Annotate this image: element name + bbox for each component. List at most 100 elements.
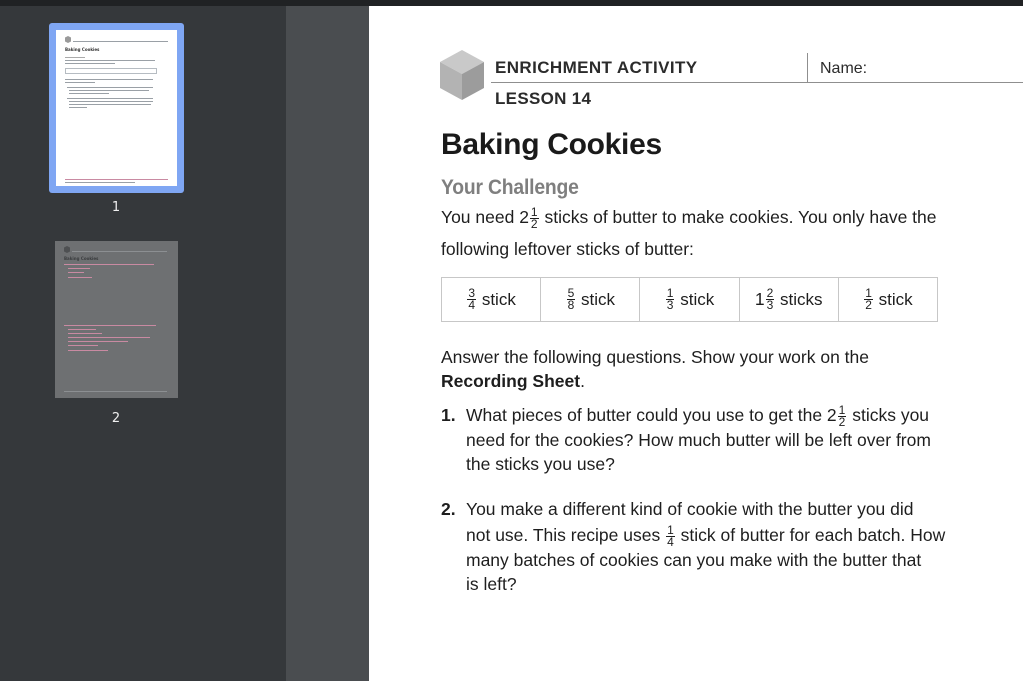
intro-paragraph-line2: following leftover sticks of butter: bbox=[441, 239, 694, 259]
stick-unit: stick bbox=[481, 289, 516, 309]
thumb-line bbox=[68, 333, 102, 334]
thumbnail-cube-icon bbox=[64, 246, 70, 253]
thumb-line bbox=[72, 251, 167, 252]
fraction-denominator: 8 bbox=[567, 298, 575, 312]
thumb-line bbox=[68, 341, 128, 342]
stick-cell: 34 stick bbox=[442, 278, 542, 321]
stick-unit: stick bbox=[878, 289, 913, 309]
thumb-line bbox=[68, 337, 150, 338]
thumb-line bbox=[65, 79, 153, 80]
fraction: 12 bbox=[864, 287, 873, 311]
question-1: 1. What pieces of butter could you use t… bbox=[441, 403, 961, 477]
thumb-line bbox=[73, 41, 168, 42]
stick-cell: 12 stick bbox=[839, 278, 937, 321]
stick-unit: sticks bbox=[780, 289, 823, 309]
lesson-label: LESSON 14 bbox=[495, 89, 592, 108]
question-text-segment: not use. This recipe uses bbox=[466, 525, 666, 545]
thumb-line bbox=[67, 87, 153, 88]
question-text-segment: sticks you bbox=[847, 405, 930, 425]
thumbnail-title: Baking Cookies bbox=[64, 256, 99, 261]
thumb-line bbox=[68, 350, 108, 351]
question-text: What pieces of butter could you use to g… bbox=[466, 403, 961, 476]
thumb-line bbox=[69, 90, 149, 91]
viewer-gutter bbox=[286, 6, 369, 681]
cube-logo-icon bbox=[440, 50, 484, 100]
document-page: ENRICHMENT ACTIVITY Name: LESSON 14 Baki… bbox=[369, 6, 1023, 681]
fraction-denominator: 2 bbox=[530, 216, 538, 231]
thumbnail-title: Baking Cookies bbox=[65, 47, 100, 52]
mixed-whole: 2 bbox=[826, 405, 837, 425]
thumb-line bbox=[69, 101, 153, 102]
page-thumbnail-2[interactable]: Baking Cookies bbox=[55, 241, 178, 398]
page-thumbnail-1[interactable]: Baking Cookies bbox=[49, 23, 184, 193]
fraction-denominator: 4 bbox=[667, 534, 674, 549]
thumbnail-label-2: 2 bbox=[111, 411, 121, 426]
thumb-line bbox=[68, 277, 92, 278]
question-text-segment: What pieces of butter could you use to g… bbox=[466, 405, 827, 425]
thumb-line bbox=[68, 272, 84, 273]
thumb-line bbox=[68, 329, 96, 330]
stick-unit: stick bbox=[581, 289, 616, 309]
header-divider bbox=[807, 53, 808, 83]
name-label: Name: bbox=[820, 60, 868, 77]
thumb-line bbox=[69, 107, 87, 108]
thumbnail-cube-icon bbox=[65, 36, 71, 43]
pdf-viewer: Baking Cookies 1 Baking Cookies 2 ENRICH… bbox=[0, 0, 1023, 681]
fraction: 14 bbox=[666, 524, 675, 549]
recording-sheet-label: Recording Sheet bbox=[441, 371, 581, 391]
thumb-line bbox=[69, 104, 151, 105]
question-line: need for the cookies? How much butter wi… bbox=[466, 429, 931, 450]
fraction: 13 bbox=[665, 287, 675, 312]
thumb-line bbox=[69, 93, 109, 94]
thumb-line bbox=[65, 63, 115, 64]
thumbnail-page-1-preview: Baking Cookies bbox=[56, 30, 177, 186]
question-number: 2. bbox=[441, 499, 456, 519]
fraction-denominator: 3 bbox=[766, 298, 774, 312]
thumb-line bbox=[65, 60, 155, 61]
question-2: 2. You make a different kind of cookie w… bbox=[441, 497, 961, 597]
stick-cell: 13 stick bbox=[640, 278, 740, 321]
question-line: You make a different kind of cookie with… bbox=[466, 499, 914, 519]
thumb-line bbox=[64, 264, 154, 265]
question-line: many batches of cookies can you make wit… bbox=[466, 549, 922, 570]
thumb-line bbox=[64, 325, 156, 326]
intro-text: You need bbox=[441, 207, 520, 227]
page-title: Baking Cookies bbox=[441, 128, 662, 161]
fraction: 23 bbox=[765, 287, 775, 312]
activity-heading: ENRICHMENT ACTIVITY bbox=[495, 58, 698, 77]
question-line: not use. This recipe uses 14 stick of bu… bbox=[466, 523, 961, 548]
fraction-denominator: 3 bbox=[666, 298, 674, 312]
thumb-line bbox=[65, 182, 135, 183]
question-text-segment: stick of butter for each batch. How bbox=[675, 525, 946, 545]
intro-paragraph: You need 212 sticks of butter to make co… bbox=[441, 204, 961, 230]
header-rule bbox=[491, 82, 1023, 83]
stick-cell: 123 sticks bbox=[740, 278, 839, 321]
fraction: 58 bbox=[566, 287, 576, 312]
question-text: You make a different kind of cookie with… bbox=[466, 497, 961, 596]
question-number: 1. bbox=[441, 405, 456, 425]
section-heading: Your Challenge bbox=[441, 176, 579, 199]
thumb-box bbox=[65, 68, 157, 74]
stick-unit: stick bbox=[680, 289, 715, 309]
thumb-line bbox=[65, 82, 95, 83]
thumb-line bbox=[65, 57, 85, 58]
question-line: What pieces of butter could you use to g… bbox=[466, 403, 961, 428]
fraction: 12 bbox=[529, 206, 539, 231]
fraction-denominator: 4 bbox=[468, 298, 476, 312]
instructions-line1: Answer the following questions. Show you… bbox=[441, 347, 870, 367]
instructions-end: . bbox=[580, 371, 585, 391]
thumbnail-label-1: 1 bbox=[111, 200, 121, 215]
mixed-whole: 2 bbox=[519, 207, 529, 227]
fraction: 34 bbox=[467, 287, 477, 312]
thumbnail-page-2-preview: Baking Cookies bbox=[55, 241, 178, 398]
question-line: the sticks you use? bbox=[466, 453, 615, 474]
thumb-line bbox=[67, 98, 153, 99]
question-line: is left? bbox=[466, 573, 517, 594]
thumb-line bbox=[68, 345, 98, 346]
butter-sticks-table: 34 stick 58 stick 13 stick 123 sticks 12… bbox=[441, 277, 938, 322]
mixed-whole: 1 bbox=[754, 289, 765, 309]
thumb-line bbox=[68, 268, 90, 269]
stick-cell: 58 stick bbox=[541, 278, 641, 321]
fraction-denominator: 2 bbox=[838, 414, 846, 429]
thumb-line bbox=[64, 391, 167, 392]
